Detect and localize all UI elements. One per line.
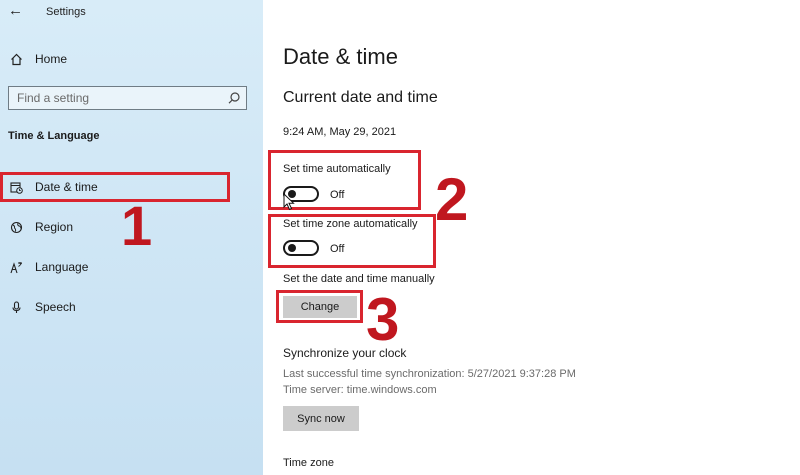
sidebar-item-label: Language: [35, 260, 89, 274]
sidebar-item-home[interactable]: Home: [0, 45, 263, 73]
search-box[interactable]: [8, 86, 247, 110]
home-icon: [9, 52, 23, 66]
set-timezone-auto-label: Set time zone automatically: [283, 218, 418, 230]
section-title: Current date and time: [283, 89, 438, 106]
manual-datetime-label: Set the date and time manually: [283, 273, 435, 285]
set-timezone-auto-toggle[interactable]: [283, 240, 319, 256]
sidebar-section-heading: Time & Language: [8, 130, 100, 142]
sync-now-button[interactable]: Sync now: [283, 406, 359, 431]
search-icon[interactable]: [227, 91, 241, 105]
step-number-3: 3: [366, 286, 400, 353]
language-icon: [9, 260, 23, 274]
page-title: Date & time: [283, 44, 398, 69]
highlight-box-step1: [0, 172, 230, 202]
mouse-cursor-icon: [283, 192, 295, 216]
time-server-text: Time server: time.windows.com: [283, 384, 437, 396]
sidebar-item-label: Region: [35, 220, 74, 234]
current-datetime: 9:24 AM, May 29, 2021: [283, 126, 397, 138]
toggle-knob: [288, 244, 296, 252]
sidebar: ← Settings Home Time & Language Date & t…: [0, 0, 263, 475]
title-bar: ← Settings: [0, 0, 263, 28]
step-number-1: 1: [121, 194, 153, 257]
set-time-auto-state: Off: [330, 189, 345, 201]
change-button[interactable]: Change: [283, 296, 357, 318]
last-sync-text: Last successful time synchronization: 5/…: [283, 368, 576, 380]
sidebar-item-label: Speech: [35, 300, 76, 314]
back-arrow-icon[interactable]: ←: [8, 2, 23, 19]
set-timezone-auto-state: Off: [330, 243, 345, 255]
step-number-2: 2: [435, 166, 469, 233]
sidebar-item-label: Home: [35, 52, 68, 66]
globe-icon: [9, 220, 23, 234]
sidebar-item-language[interactable]: Language: [0, 253, 263, 281]
timezone-title: Time zone: [283, 457, 334, 469]
app-title: Settings: [46, 6, 86, 18]
microphone-icon: [9, 300, 23, 314]
sidebar-item-speech[interactable]: Speech: [0, 293, 263, 321]
search-input[interactable]: [17, 90, 227, 106]
sync-title: Synchronize your clock: [283, 346, 407, 360]
main-content: Date & time Current date and time 9:24 A…: [263, 0, 800, 475]
set-time-auto-label: Set time automatically: [283, 163, 391, 175]
